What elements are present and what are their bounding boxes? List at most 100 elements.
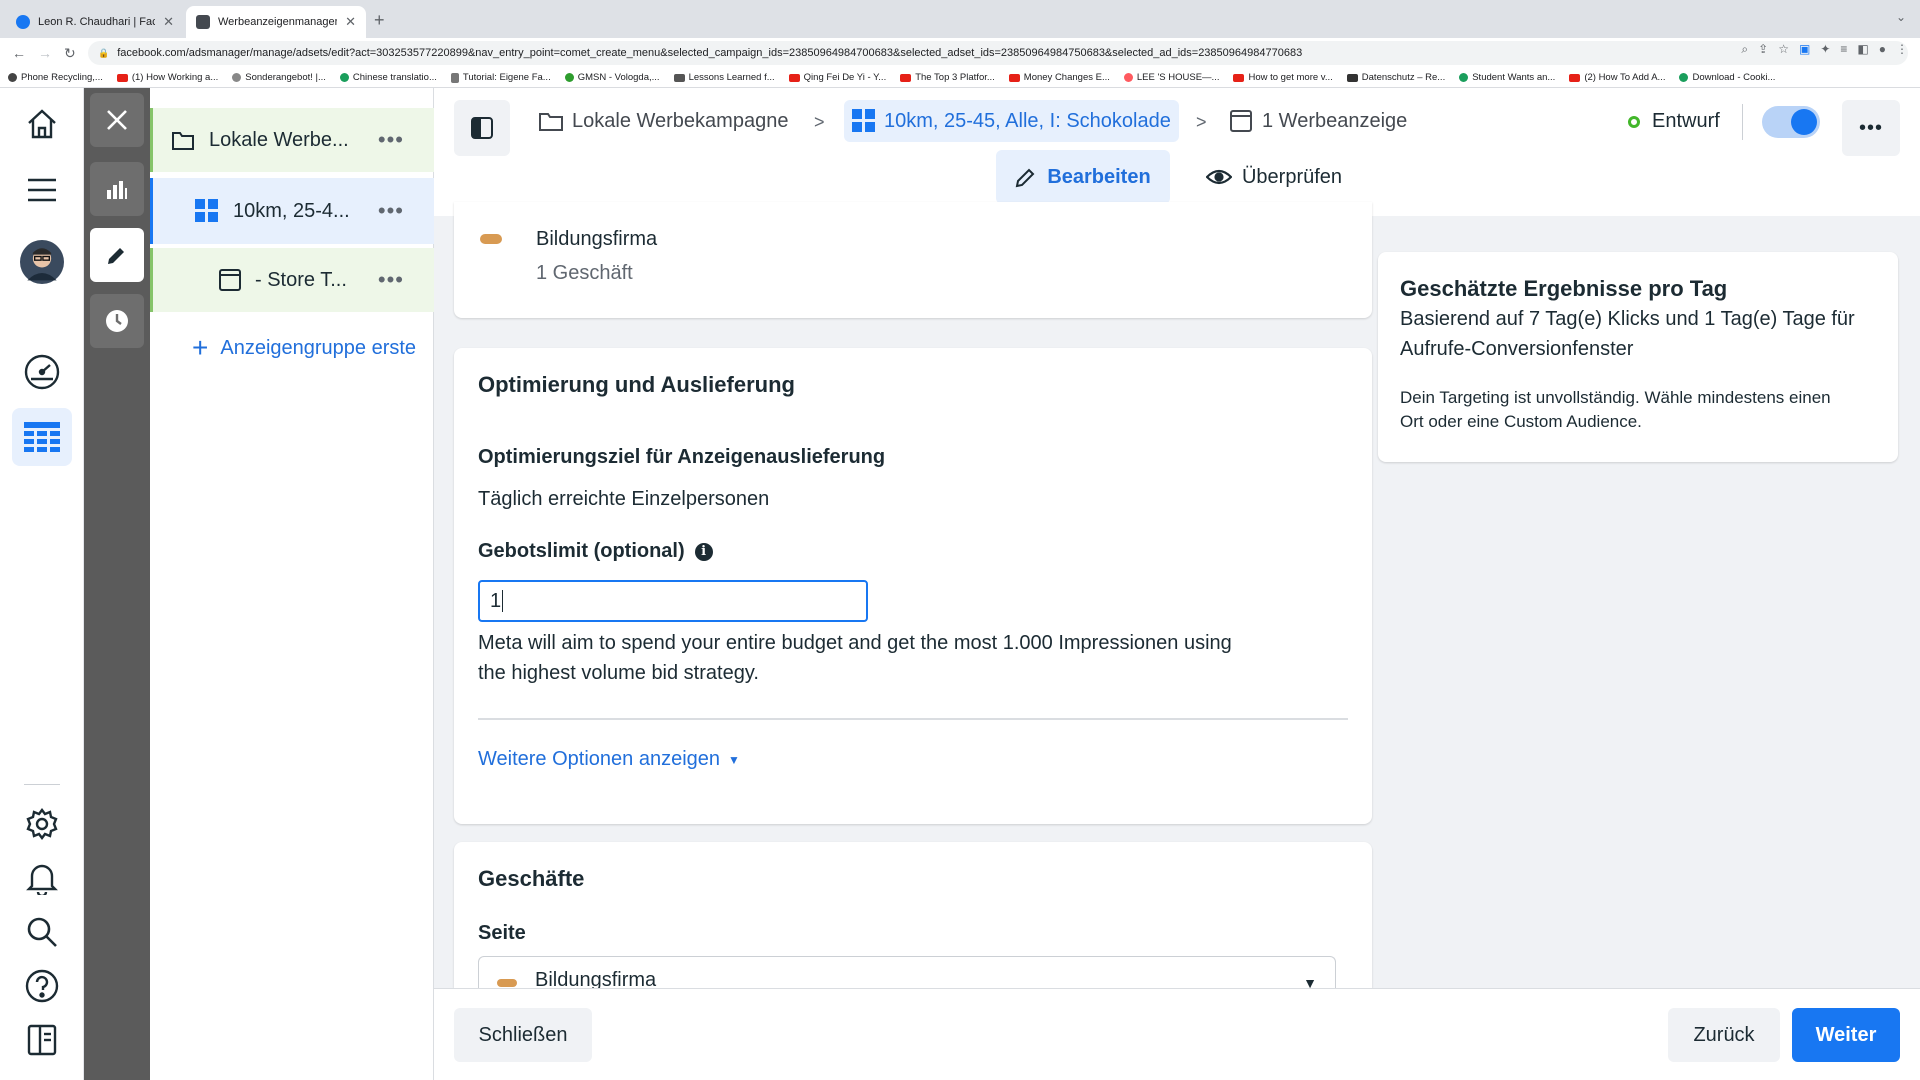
tree-item-adset[interactable]: 10km, 25-4... ••• — [150, 178, 434, 244]
star-icon[interactable]: ☆ — [1778, 42, 1789, 57]
report-panel-icon[interactable] — [20, 1018, 64, 1062]
bookmark-item[interactable]: Qing Fei De Yi - Y... — [788, 72, 886, 83]
bookmark-item[interactable]: Student Wants an... — [1459, 72, 1555, 83]
more-options-icon[interactable]: ••• — [378, 127, 404, 153]
bid-limit-input[interactable]: 1 — [478, 580, 868, 622]
browser-tab-facebook[interactable]: Leon R. Chaudhari | Facebook ✕ — [6, 6, 184, 38]
profile-avatar-icon[interactable]: ● — [1879, 42, 1886, 57]
close-tab-icon[interactable]: ✕ — [163, 14, 174, 30]
zoom-icon[interactable]: ⌕ — [1741, 42, 1748, 57]
breadcrumb-ad[interactable]: 1 Werbeanzeige — [1230, 100, 1407, 142]
business-name: Bildungsfirma — [536, 228, 658, 250]
menu-icon[interactable] — [20, 168, 64, 212]
ads-table-icon[interactable] — [12, 408, 72, 466]
edit-pencil-button[interactable] — [90, 228, 144, 282]
sidepanel-icon[interactable]: ◧ — [1857, 42, 1868, 57]
more-options-button[interactable]: ••• — [1842, 100, 1900, 156]
bookmark-item[interactable]: The Top 3 Platfor... — [900, 72, 995, 83]
page-select[interactable]: Bildungsfirma ▼ — [478, 956, 1336, 988]
more-options-icon[interactable]: ••• — [378, 267, 404, 293]
tree-item-campaign[interactable]: Lokale Werbe... ••• — [150, 108, 434, 172]
close-tab-icon[interactable]: ✕ — [345, 14, 356, 30]
bell-icon[interactable] — [20, 856, 64, 900]
adset-grid-icon — [195, 199, 218, 222]
status-label: Entwurf — [1652, 110, 1720, 132]
reload-icon[interactable]: ↻ — [64, 45, 78, 62]
campaign-tree-panel: Lokale Werbe... ••• 10km, 25-4... ••• - … — [150, 88, 434, 1080]
bid-limit-value: 1 — [490, 589, 502, 612]
bookmark-favicon-icon — [232, 73, 242, 82]
airbnb-icon — [1123, 73, 1133, 82]
playlist-icon[interactable]: ≡ — [1840, 42, 1847, 57]
bookmark-favicon-icon — [564, 73, 574, 82]
back-button[interactable]: Zurück — [1668, 1008, 1780, 1062]
avatar[interactable] — [20, 240, 64, 284]
tab-label: Überprüfen — [1241, 165, 1343, 188]
results-note-line1: Dein Targeting ist unvollständig. Wähle … — [1400, 388, 1831, 407]
business-count: 1 Geschäft — [536, 262, 633, 284]
bid-description-line1: Meta will aim to spend your entire budge… — [478, 632, 1232, 654]
bookmark-item[interactable]: Datenschutz – Re... — [1346, 72, 1445, 83]
results-subtitle-line2: Aufrufe-Conversionfenster — [1400, 338, 1634, 360]
ad-window-icon — [219, 269, 241, 291]
more-options-link[interactable]: Weitere Optionen anzeigen ▼ — [478, 748, 740, 771]
bookmark-item[interactable]: Sonderangebot! |... — [232, 72, 326, 83]
bookmark-item[interactable]: GMSN - Vologda,... — [564, 72, 660, 83]
youtube-icon — [1008, 73, 1020, 82]
puzzle-icon[interactable]: ✦ — [1820, 42, 1830, 57]
new-tab-icon[interactable]: + — [374, 10, 385, 31]
more-options-icon[interactable]: ••• — [378, 198, 404, 224]
more-options-label: Weitere Optionen anzeigen — [478, 748, 721, 770]
tree-item-ad[interactable]: - Store T... ••• — [150, 248, 434, 312]
bookmark-item[interactable]: Lessons Learned f... — [673, 72, 775, 83]
back-arrow-icon[interactable]: ← — [12, 45, 26, 61]
next-button[interactable]: Weiter — [1792, 1008, 1900, 1062]
history-clock-icon[interactable] — [90, 294, 144, 348]
bookmark-item[interactable]: Download - Cooki... — [1679, 72, 1775, 83]
breadcrumb-campaign[interactable]: Lokale Werbekampagne — [538, 100, 788, 142]
youtube-icon — [116, 73, 128, 82]
bookmark-item[interactable]: Phone Recycling,... — [8, 72, 103, 83]
editor-footer: Schließen Zurück Weiter — [434, 988, 1920, 1080]
bookmark-item[interactable]: (2) How To Add A... — [1569, 72, 1665, 83]
share-icon[interactable]: ⇪ — [1758, 42, 1768, 57]
tab-search-icon[interactable]: ⌄ — [1896, 10, 1906, 24]
button-label: Zurück — [1693, 1023, 1755, 1046]
chart-icon[interactable] — [90, 162, 144, 216]
facebook-extension-icon[interactable]: ▣ — [1799, 42, 1810, 57]
bid-label: Gebotslimit (optional) — [478, 540, 685, 562]
close-button[interactable]: Schließen — [454, 1008, 592, 1062]
search-icon[interactable] — [20, 910, 64, 954]
tab-review[interactable]: Überprüfen — [1194, 150, 1354, 204]
bookmark-item[interactable]: Tutorial: Eigene Fa... — [450, 72, 551, 83]
bookmark-item[interactable]: (1) How Working a... — [116, 72, 218, 83]
bookmark-item[interactable]: LEE 'S HOUSE—... — [1123, 72, 1219, 83]
toggle-sidebar-button[interactable] — [454, 100, 510, 156]
rail-divider — [24, 784, 60, 785]
bookmark-item[interactable]: Chinese translatio... — [339, 72, 437, 83]
bid-label-row: Gebotslimit (optional) i — [478, 540, 713, 563]
info-icon[interactable]: i — [694, 542, 713, 561]
home-icon[interactable] — [20, 102, 64, 146]
create-adgroup-link[interactable]: + Anzeigengruppe erste — [150, 318, 434, 378]
publish-toggle[interactable] — [1762, 106, 1820, 138]
bookmark-item[interactable]: How to get more v... — [1233, 72, 1333, 83]
results-title: Geschätzte Ergebnisse pro Tag — [1400, 276, 1728, 301]
page-select-value: Bildungsfirma — [535, 969, 657, 988]
gear-icon[interactable] — [20, 802, 64, 846]
bookmark-favicon-icon — [1459, 73, 1469, 82]
bookmark-item[interactable]: Money Changes E... — [1008, 72, 1110, 83]
facebook-favicon-icon — [16, 15, 30, 29]
browser-tab-adsmanager[interactable]: Werbeanzeigenmanager - Wer ✕ — [186, 6, 366, 38]
help-icon[interactable] — [20, 964, 64, 1008]
url-text: facebook.com/adsmanager/manage/adsets/ed… — [117, 47, 1303, 59]
tab-edit[interactable]: Bearbeiten — [996, 150, 1170, 204]
browser-menu-icon[interactable]: ⋮ — [1896, 42, 1908, 57]
forward-arrow-icon[interactable]: → — [38, 45, 52, 61]
breadcrumb-adset[interactable]: 10km, 25-45, Alle, I: Schokolade — [844, 100, 1179, 142]
folder-icon — [172, 132, 194, 150]
button-label: Schließen — [478, 1023, 568, 1046]
address-bar[interactable]: 🔒 facebook.com/adsmanager/manage/adsets/… — [88, 41, 1908, 65]
dashboard-gauge-icon[interactable] — [20, 350, 64, 394]
close-editor-button[interactable] — [90, 93, 144, 147]
